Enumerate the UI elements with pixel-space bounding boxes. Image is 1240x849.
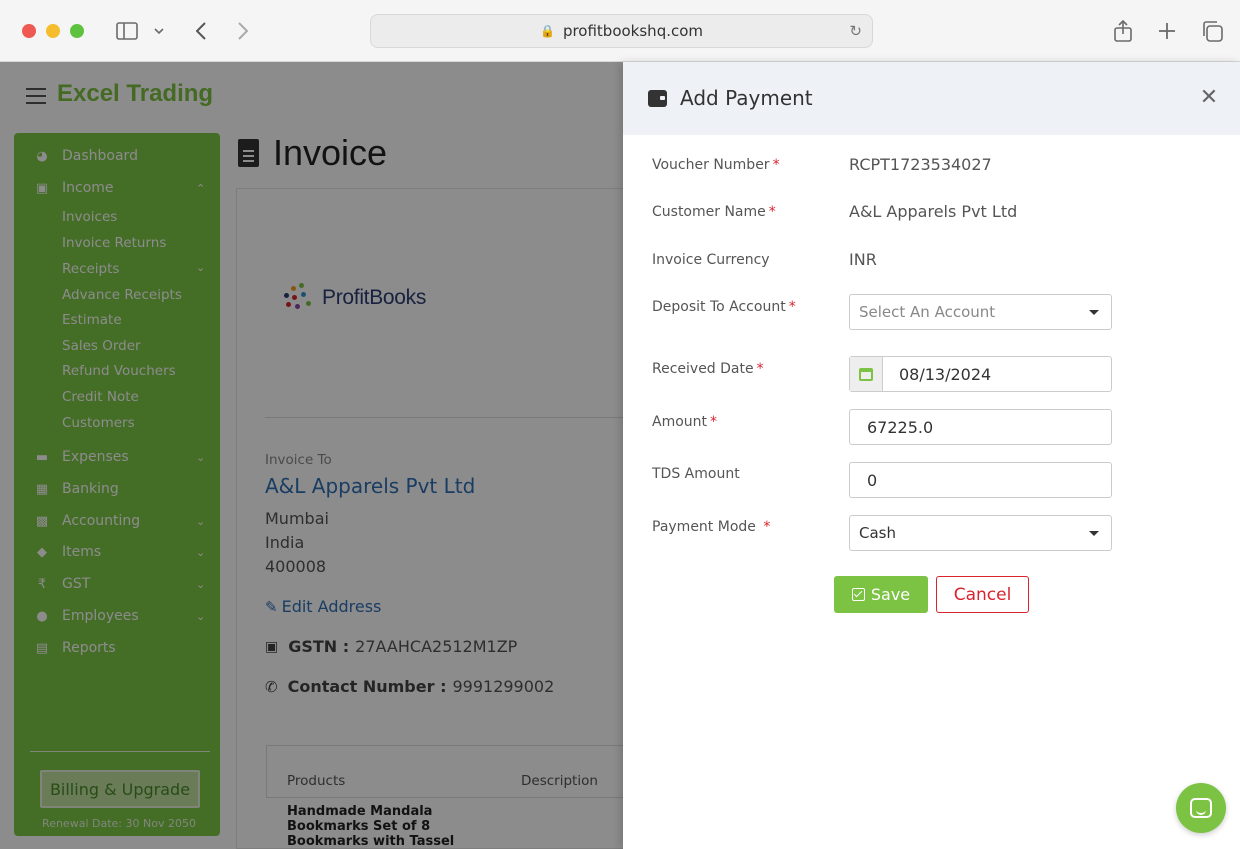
label-text: TDS Amount bbox=[652, 466, 740, 482]
voucher-number-label: Voucher Number * bbox=[652, 157, 780, 173]
tabs-overview-icon[interactable] bbox=[1199, 16, 1225, 46]
received-date-field[interactable]: 08/13/2024 bbox=[849, 356, 1112, 392]
label-text: Voucher Number bbox=[652, 157, 770, 173]
minimize-window-button[interactable] bbox=[46, 24, 60, 38]
amount-label: Amount * bbox=[652, 414, 717, 430]
lock-icon: 🔒 bbox=[539, 24, 555, 38]
reload-icon[interactable]: ↻ bbox=[849, 22, 862, 40]
label-text: Customer Name bbox=[652, 204, 766, 220]
check-square-icon bbox=[851, 588, 865, 601]
wallet-icon bbox=[648, 90, 667, 107]
save-label: Save bbox=[870, 585, 911, 604]
panel-header: Add Payment ✕ bbox=[623, 62, 1240, 135]
required-mark: * bbox=[772, 157, 780, 173]
payment-mode-value: Cash bbox=[859, 524, 896, 542]
deposit-account-select[interactable]: Select An Account bbox=[849, 294, 1112, 330]
dropdown-caret-icon bbox=[1089, 310, 1099, 315]
required-mark: * bbox=[763, 519, 771, 535]
tds-amount-label: TDS Amount bbox=[652, 466, 740, 482]
maximize-window-button[interactable] bbox=[70, 24, 84, 38]
add-payment-panel: Add Payment ✕ Voucher Number * RCPT172353… bbox=[623, 62, 1240, 849]
invoice-currency-value: INR bbox=[849, 250, 877, 269]
required-mark: * bbox=[768, 204, 776, 220]
label-text: Received Date bbox=[652, 361, 754, 377]
invoice-currency-label: Invoice Currency bbox=[652, 252, 770, 268]
chevron-down-icon[interactable] bbox=[150, 16, 168, 46]
share-icon[interactable] bbox=[1110, 16, 1136, 46]
calendar-icon[interactable] bbox=[850, 357, 883, 391]
label-text: Invoice Currency bbox=[652, 252, 770, 268]
address-bar[interactable]: 🔒 profitbookshq.com ↻ bbox=[370, 14, 873, 48]
browser-toolbar: 🔒 profitbookshq.com ↻ bbox=[0, 0, 1240, 62]
forward-icon[interactable] bbox=[232, 16, 254, 46]
deposit-account-label: Deposit To Account * bbox=[652, 299, 796, 315]
close-window-button[interactable] bbox=[22, 24, 36, 38]
required-mark: * bbox=[710, 414, 718, 430]
received-date-input[interactable]: 08/13/2024 bbox=[883, 357, 991, 391]
customer-name-value: A&L Apparels Pvt Ltd bbox=[849, 202, 1018, 221]
dropdown-caret-icon bbox=[1089, 531, 1099, 536]
voucher-number-value: RCPT1723534027 bbox=[849, 155, 992, 174]
required-mark: * bbox=[756, 361, 764, 377]
panel-title: Add Payment bbox=[680, 86, 813, 110]
url-text: profitbookshq.com bbox=[562, 22, 704, 40]
chat-icon bbox=[1190, 798, 1212, 818]
customer-name-label: Customer Name * bbox=[652, 204, 776, 220]
modal-backdrop[interactable] bbox=[0, 62, 623, 849]
back-icon[interactable] bbox=[190, 16, 212, 46]
label-text: Payment Mode bbox=[652, 519, 756, 535]
tds-amount-input[interactable]: 0 bbox=[849, 462, 1112, 498]
received-date-label: Received Date * bbox=[652, 361, 764, 377]
new-tab-icon[interactable] bbox=[1154, 16, 1180, 46]
label-text: Deposit To Account bbox=[652, 299, 786, 315]
deposit-account-placeholder: Select An Account bbox=[859, 303, 996, 321]
sidebar-toggle-icon[interactable] bbox=[114, 16, 140, 46]
label-text: Amount bbox=[652, 414, 708, 430]
amount-input[interactable]: 67225.0 bbox=[849, 409, 1112, 445]
close-icon[interactable]: ✕ bbox=[1199, 87, 1219, 109]
required-mark: * bbox=[788, 299, 796, 315]
payment-mode-label: Payment Mode * bbox=[652, 519, 770, 535]
chat-support-button[interactable] bbox=[1176, 783, 1226, 833]
cancel-button[interactable]: Cancel bbox=[936, 576, 1029, 613]
save-button[interactable]: Save bbox=[834, 576, 928, 613]
payment-mode-select[interactable]: Cash bbox=[849, 515, 1112, 551]
